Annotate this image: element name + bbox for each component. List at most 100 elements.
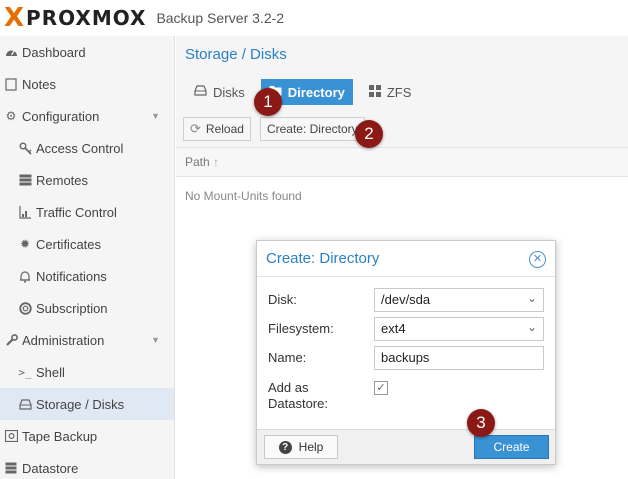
hdd-icon	[194, 85, 207, 99]
chevron-down-icon: ⌄	[526, 320, 537, 334]
sidebar-item-label: Subscription	[36, 300, 108, 316]
sidebar-item-label: Traffic Control	[36, 204, 117, 220]
sidebar-item-certificates[interactable]: ✹ Certificates	[0, 228, 174, 260]
sidebar-item-label: Shell	[36, 364, 65, 380]
disk-value: /dev/sda	[381, 292, 431, 307]
product-version: Backup Server 3.2-2	[156, 10, 285, 26]
tab-disks[interactable]: Disks	[186, 79, 253, 105]
checkmark-icon: ✓	[376, 381, 386, 394]
sidebar-item-tape-backup[interactable]: Tape Backup	[0, 420, 174, 452]
dialog-title-bar: Create: Directory ✕	[257, 241, 555, 277]
tab-label: Disks	[213, 84, 245, 100]
filesystem-label: Filesystem:	[268, 321, 334, 336]
column-header-label: Path	[185, 155, 210, 169]
sidebar-item-label: Storage / Disks	[36, 396, 125, 412]
tab-zfs[interactable]: ZFS	[361, 79, 420, 105]
dialog-footer: ? Help Create	[257, 429, 555, 464]
support-icon	[18, 301, 32, 315]
question-icon: ?	[278, 440, 292, 454]
notes-icon	[4, 77, 18, 91]
close-icon[interactable]: ✕	[529, 251, 546, 268]
name-value: backups	[381, 350, 430, 365]
tab-label: Directory	[287, 84, 345, 100]
page-title: Storage / Disks	[176, 36, 628, 74]
tab-bar: Disks Directory ZFS	[176, 74, 628, 110]
add-as-datastore-checkbox[interactable]: ✓	[374, 381, 388, 395]
sidebar-item-remotes[interactable]: Remotes	[0, 164, 174, 196]
dialog-title: Create: Directory	[266, 250, 380, 267]
create-button[interactable]: Create	[474, 435, 549, 459]
sidebar-item-storage-disks[interactable]: Storage / Disks	[0, 388, 174, 420]
create-directory-button[interactable]: Create: Directory	[259, 116, 365, 141]
sidebar-nav: Dashboard Notes ⚙ Configuration ▼ Access…	[0, 36, 175, 479]
key-icon	[18, 141, 32, 155]
sidebar-item-traffic-control[interactable]: Traffic Control	[0, 196, 174, 228]
collapse-arrow-icon[interactable]: ▼	[151, 335, 160, 345]
terminal-icon: >_	[18, 365, 32, 379]
sidebar-item-label: Datastore	[22, 460, 79, 476]
bell-icon	[18, 269, 32, 283]
sidebar-item-dashboard[interactable]: Dashboard	[0, 36, 174, 68]
sidebar-item-label: Access Control	[36, 140, 124, 156]
grid-icon	[368, 84, 381, 100]
add-as-label-line2: Datastore:	[268, 396, 328, 411]
hdd-icon	[18, 397, 32, 411]
step-marker-1: 1	[254, 88, 282, 116]
name-row: Name:	[268, 350, 373, 366]
step-marker-2: 2	[355, 120, 383, 148]
sidebar-item-subscription[interactable]: Subscription	[0, 292, 174, 324]
collapse-arrow-icon[interactable]: ▼	[151, 111, 160, 121]
column-header-path[interactable]: Path ↑	[176, 148, 628, 177]
gears-icon: ⚙	[5, 109, 17, 123]
sidebar-item-access-control[interactable]: Access Control	[0, 132, 174, 164]
sidebar-item-label: Administration	[22, 332, 105, 348]
filesystem-select[interactable]: ext4 ⌄	[374, 317, 544, 341]
sidebar-item-label: Certificates	[36, 236, 102, 252]
sort-arrow-icon: ↑	[213, 155, 220, 169]
tape-icon	[4, 429, 18, 443]
tab-label: ZFS	[386, 84, 412, 100]
sidebar-item-datastore[interactable]: Datastore	[0, 452, 174, 479]
step-marker-3: 3	[467, 409, 495, 437]
help-button[interactable]: ? Help	[264, 435, 338, 459]
certificate-icon: ✹	[19, 237, 31, 251]
chevron-down-icon: ⌄	[526, 291, 537, 305]
add-as-label-line1: Add as	[268, 380, 309, 395]
sidebar-item-label: Configuration	[22, 108, 100, 124]
disk-row: Disk:	[268, 292, 373, 308]
logo-wordmark: PROXMOX	[26, 6, 147, 30]
sidebar-item-notifications[interactable]: Notifications	[0, 260, 174, 292]
sidebar-item-label: Dashboard	[22, 44, 86, 60]
reload-button[interactable]: ⟳ Reload	[183, 116, 251, 141]
wrench-icon	[4, 333, 18, 347]
disk-select[interactable]: /dev/sda ⌄	[374, 288, 544, 312]
name-label: Name:	[268, 350, 307, 365]
sidebar-item-label: Notifications	[36, 268, 107, 284]
sidebar-item-administration[interactable]: Administration ▼	[0, 324, 174, 356]
server-icon	[18, 173, 32, 187]
sidebar-item-label: Tape Backup	[22, 428, 98, 444]
sidebar-item-label: Remotes	[36, 172, 89, 188]
dashboard-icon	[4, 45, 18, 59]
sidebar-item-configuration[interactable]: ⚙ Configuration ▼	[0, 100, 174, 132]
chart-icon	[18, 205, 32, 219]
create-directory-dialog: Create: Directory ✕ Disk: /dev/sda ⌄ Fil…	[256, 240, 556, 465]
create-label: Create	[493, 440, 530, 454]
proxmox-logo[interactable]: X PROXMOX	[4, 5, 146, 31]
empty-grid-text: No Mount-Units found	[185, 189, 302, 203]
database-icon	[4, 461, 18, 475]
help-label: Help	[298, 440, 324, 454]
toolbar: ⟳ Reload Create: Directory	[176, 110, 628, 148]
sidebar-item-notes[interactable]: Notes	[0, 68, 174, 100]
create-directory-label: Create: Directory	[266, 121, 358, 136]
filesystem-value: ext4	[381, 321, 406, 336]
app-header: X PROXMOX Backup Server 3.2-2	[0, 0, 628, 36]
datastore-row: Add as Datastore:	[268, 380, 373, 412]
reload-label: Reload	[205, 121, 244, 136]
filesystem-row: Filesystem:	[268, 321, 373, 337]
refresh-icon: ⟳	[190, 120, 201, 136]
sidebar-item-label: Notes	[22, 76, 56, 92]
name-input[interactable]: backups	[374, 346, 544, 370]
sidebar-item-shell[interactable]: >_ Shell	[0, 356, 174, 388]
add-as-datastore-label: Add as Datastore:	[268, 380, 373, 412]
